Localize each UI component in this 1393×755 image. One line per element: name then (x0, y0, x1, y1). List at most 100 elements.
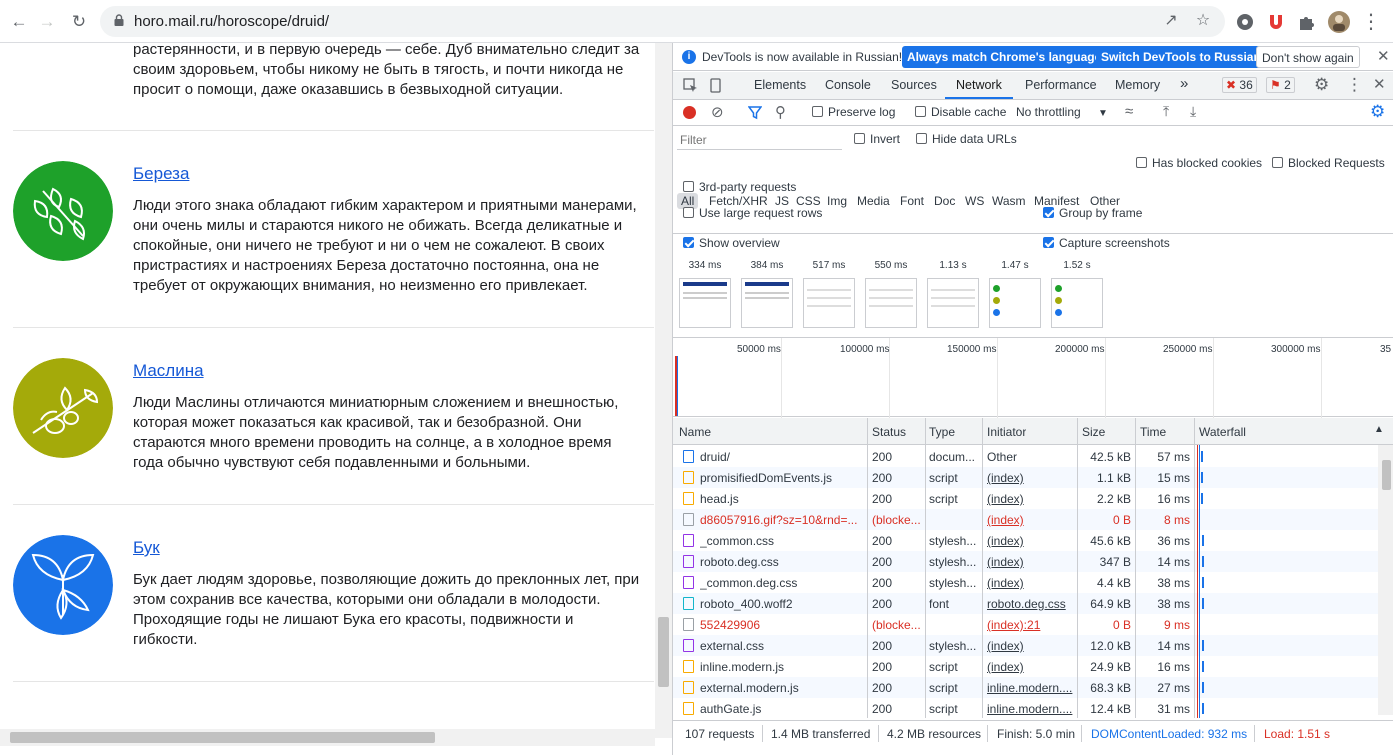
switch-language-button[interactable]: Switch DevTools to Russian (1096, 46, 1266, 68)
screenshot-thumbnail[interactable] (865, 278, 917, 328)
cell-initiator[interactable]: (index) (987, 492, 1074, 506)
type-filter-wasm[interactable]: Wasm (992, 194, 1026, 208)
type-filter-font[interactable]: Font (900, 194, 924, 208)
entry-title-link[interactable]: Береза (133, 164, 189, 184)
large-rows-checkbox[interactable]: Use large request rows (683, 206, 822, 220)
cell-initiator[interactable]: (index) (987, 660, 1074, 674)
error-badge[interactable]: ✖ 36 (1222, 77, 1257, 93)
column-header-name[interactable]: Name (679, 425, 711, 439)
checkbox[interactable] (1272, 157, 1283, 168)
clear-icon[interactable]: ⊘ (711, 103, 724, 121)
table-row[interactable]: 552429906 (blocke... (index):21 0 B 9 ms (673, 614, 1378, 635)
table-row[interactable]: roboto.deg.css 200 stylesh... (index) 347 B 1… (673, 551, 1378, 572)
type-filter-ws[interactable]: WS (965, 194, 984, 208)
cell-initiator[interactable]: (index) (987, 555, 1074, 569)
screenshot-thumbnail[interactable] (679, 278, 731, 328)
match-language-button[interactable]: Always match Chrome's language (902, 46, 1107, 68)
extension-gear-icon[interactable] (1234, 11, 1256, 33)
table-row[interactable]: external.modern.js 200 script inline.modern… (673, 677, 1378, 698)
tab-network[interactable]: Network (956, 78, 1002, 92)
cell-initiator[interactable]: (index) (987, 471, 1074, 485)
puzzle-icon[interactable] (1296, 11, 1318, 33)
table-row[interactable]: authGate.js 200 script inline.modern.... 12.… (673, 698, 1378, 719)
network-conditions-icon[interactable]: ≈ (1125, 103, 1133, 120)
table-row[interactable]: _common.css 200 stylesh... (index) 45.6 kB 36… (673, 530, 1378, 551)
table-row[interactable]: d86057916.gif?sz=10&rnd=... (blocke... (in… (673, 509, 1378, 530)
disable-cache-checkbox[interactable]: Disable cache (915, 105, 1006, 119)
network-settings-icon[interactable]: ⚙ (1370, 102, 1385, 122)
tab-console[interactable]: Console (825, 78, 871, 92)
record-icon[interactable] (683, 106, 696, 119)
forward-arrow-icon[interactable]: → (36, 11, 58, 33)
close-icon[interactable]: ✕ (1377, 47, 1390, 65)
column-header-waterfall[interactable]: Waterfall (1199, 425, 1246, 439)
inspect-element-icon[interactable] (683, 78, 698, 93)
checkbox[interactable] (916, 133, 927, 144)
extension-magnet-icon[interactable] (1265, 11, 1287, 33)
checkbox[interactable] (1043, 207, 1054, 218)
back-arrow-icon[interactable]: ← (8, 11, 30, 33)
table-row[interactable]: inline.modern.js 200 script (index) 24.9 kB 1… (673, 656, 1378, 677)
star-icon[interactable]: ☆ (1193, 11, 1213, 31)
type-filter-img[interactable]: Img (827, 194, 847, 208)
checkbox[interactable] (683, 181, 694, 192)
table-row[interactable]: head.js 200 script (index) 2.2 kB 16 ms (673, 488, 1378, 509)
tab-elements[interactable]: Elements (754, 78, 806, 92)
issue-badge[interactable]: ⚑ 2 (1266, 77, 1295, 93)
checkbox[interactable] (915, 106, 926, 117)
type-filter-media[interactable]: Media (857, 194, 890, 208)
avatar[interactable] (1328, 11, 1350, 33)
filter-input[interactable] (677, 130, 842, 150)
table-row[interactable]: external.css 200 stylesh... (index) 12.0 kB 1… (673, 635, 1378, 656)
table-row[interactable]: roboto_400.woff2 200 font roboto.deg.css 64.… (673, 593, 1378, 614)
screenshot-thumbnail[interactable] (989, 278, 1041, 328)
screenshot-thumbnail[interactable] (927, 278, 979, 328)
cell-initiator[interactable]: (index) (987, 639, 1074, 653)
menu-kebab-icon[interactable]: ⋮ (1360, 11, 1382, 33)
tab-sources[interactable]: Sources (891, 78, 937, 92)
tab-performance[interactable]: Performance (1025, 78, 1097, 92)
table-scrollbar[interactable] (1378, 445, 1393, 715)
more-options-icon[interactable]: ⋮ (1346, 75, 1363, 95)
preserve-log-checkbox[interactable]: Preserve log (812, 105, 895, 119)
page-horizontal-scrollbar[interactable] (0, 729, 655, 746)
table-row[interactable]: _common.deg.css 200 stylesh... (index) 4.4 k… (673, 572, 1378, 593)
column-header-initiator[interactable]: Initiator (987, 425, 1026, 439)
show-overview-checkbox[interactable]: Show overview (683, 236, 780, 250)
throttling-select[interactable]: No throttling ▼ (1016, 105, 1108, 119)
cell-initiator[interactable]: inline.modern.... (987, 681, 1074, 695)
more-tabs-icon[interactable]: » (1180, 75, 1188, 92)
hide-data-urls-checkbox[interactable]: Hide data URLs (916, 132, 1017, 146)
checkbox[interactable] (812, 106, 823, 117)
type-filter-doc[interactable]: Doc (934, 194, 955, 208)
entry-title-link[interactable]: Бук (133, 538, 160, 558)
column-header-type[interactable]: Type (929, 425, 955, 439)
checkbox[interactable] (854, 133, 865, 144)
import-har-icon[interactable]: ⤒ (1163, 103, 1169, 120)
screenshot-thumbnail[interactable] (803, 278, 855, 328)
checkbox[interactable] (683, 237, 694, 248)
checkbox[interactable] (1136, 157, 1147, 168)
reload-icon[interactable]: ↻ (68, 11, 90, 33)
cell-initiator[interactable]: (index):21 (987, 618, 1074, 632)
address-bar[interactable]: horo.mail.ru/horoscope/druid/ ↗ ☆ (100, 6, 1225, 37)
share-icon[interactable]: ↗ (1161, 11, 1181, 31)
page-vertical-scrollbar[interactable] (655, 43, 672, 738)
column-header-size[interactable]: Size (1082, 425, 1105, 439)
close-devtools-icon[interactable]: ✕ (1373, 75, 1386, 93)
scroll-thumb[interactable] (10, 732, 435, 743)
cell-initiator[interactable]: roboto.deg.css (987, 597, 1074, 611)
cell-initiator[interactable]: (index) (987, 576, 1074, 590)
cell-initiator[interactable]: Other (987, 450, 1074, 464)
entry-title-link[interactable]: Маслина (133, 361, 204, 381)
checkbox[interactable] (683, 207, 694, 218)
screenshot-thumbnail[interactable] (1051, 278, 1103, 328)
blocked-cookies-checkbox[interactable]: Has blocked cookies (1136, 156, 1262, 170)
column-header-status[interactable]: Status (872, 425, 906, 439)
scroll-thumb[interactable] (658, 617, 669, 687)
tab-memory[interactable]: Memory (1115, 78, 1160, 92)
filter-icon[interactable] (748, 106, 762, 120)
settings-gear-icon[interactable]: ⚙ (1314, 75, 1329, 95)
cell-initiator[interactable]: (index) (987, 513, 1074, 527)
checkbox[interactable] (1043, 237, 1054, 248)
